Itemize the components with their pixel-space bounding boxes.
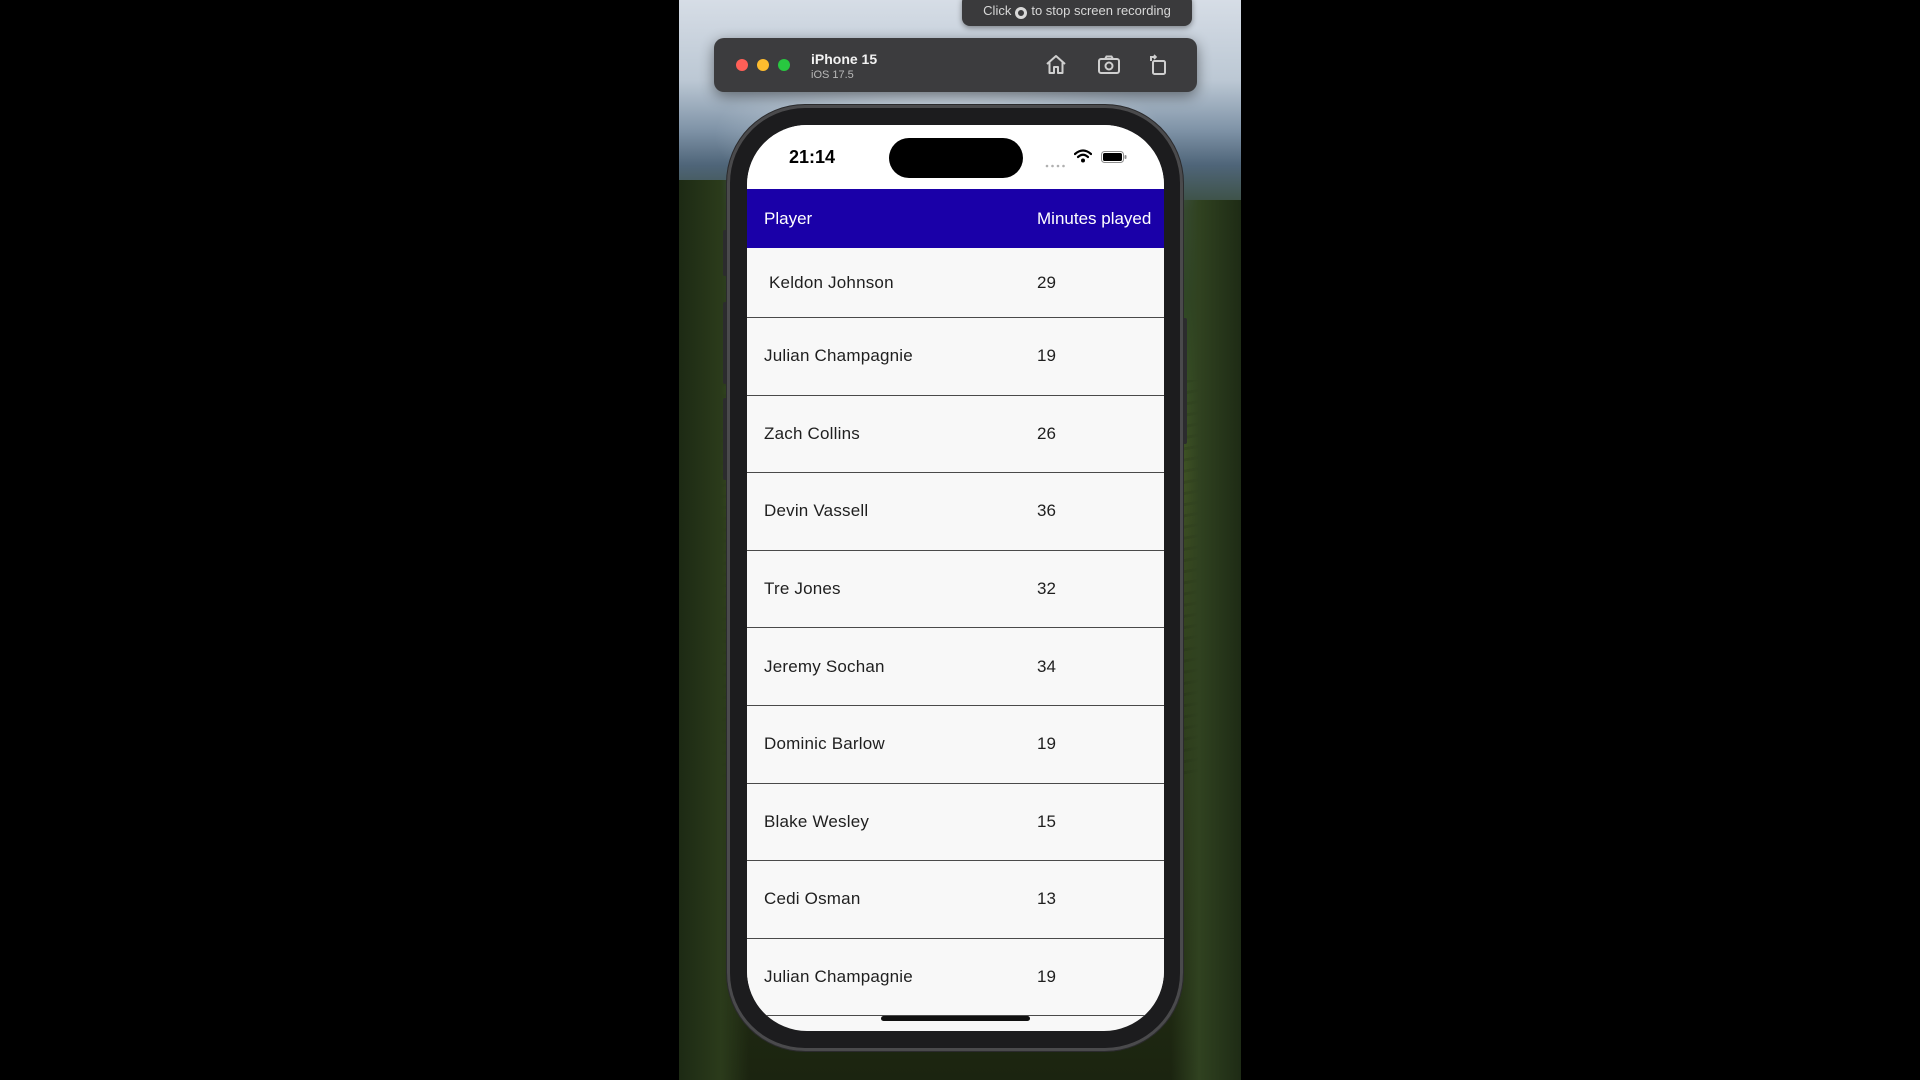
recording-text-before: Click (983, 3, 1012, 18)
minimize-window-button[interactable] (757, 59, 769, 71)
cellular-signal-icon (1045, 156, 1067, 168)
iphone-screen: 21:14 Player Minutes played Keldon Johns… (747, 125, 1164, 1031)
recording-text-after: to stop screen recording (1031, 3, 1171, 18)
player-name-cell: Dominic Barlow (764, 734, 885, 754)
simulator-toolbar: iPhone 15 iOS 17.5 (714, 38, 1197, 92)
column-header-minutes[interactable]: Minutes played (1037, 209, 1151, 229)
player-name-cell: Keldon Johnson (769, 272, 894, 292)
status-time: 21:14 (789, 147, 836, 167)
player-name-cell: Blake Wesley (764, 811, 870, 831)
minutes-cell: 29 (1037, 272, 1056, 292)
minutes-cell: 19 (1037, 734, 1056, 754)
table-row[interactable]: Julian Champagnie 19 (747, 938, 1164, 1017)
desktop: Click to stop screen recording iPhone 15… (0, 0, 1920, 1080)
player-name-cell: Tre Jones (764, 579, 841, 599)
minutes-cell: 19 (1037, 967, 1056, 987)
minutes-cell: 36 (1037, 501, 1056, 521)
table-row[interactable]: Jeremy Sochan 34 (747, 628, 1164, 706)
device-name: iPhone 15 (811, 51, 878, 67)
table-row[interactable]: Devin Vassell 36 (747, 473, 1164, 551)
minutes-cell: 34 (1037, 656, 1056, 676)
column-header-player[interactable]: Player (764, 209, 812, 229)
table-row[interactable]: Julian Champagnie 19 (747, 318, 1164, 396)
player-name-cell: Jeremy Sochan (764, 656, 885, 676)
home-indicator[interactable] (881, 1016, 1030, 1021)
stop-recording-icon[interactable] (1015, 7, 1028, 19)
table-row[interactable]: Dominic Barlow 19 (747, 705, 1164, 784)
player-name-cell: Julian Champagnie (764, 346, 913, 366)
table-row[interactable]: Keldon Johnson 29 (747, 248, 1164, 318)
table-row[interactable]: Cedi Osman 13 (747, 861, 1164, 939)
table-header: Player Minutes played (747, 189, 1164, 248)
minutes-cell: 13 (1037, 889, 1056, 909)
screenshot-icon[interactable] (1095, 51, 1123, 79)
status-bar: 21:14 (747, 125, 1164, 189)
player-name-cell: Cedi Osman (764, 889, 861, 909)
player-name-cell: Devin Vassell (764, 501, 869, 521)
wifi-icon (1073, 149, 1093, 163)
table-row[interactable]: Zach Collins 26 (747, 395, 1164, 474)
rotate-icon[interactable] (1144, 51, 1172, 79)
minutes-cell: 15 (1037, 811, 1056, 831)
table-body: Keldon Johnson 29 Julian Champagnie 19 Z… (747, 248, 1164, 1017)
close-window-button[interactable] (736, 59, 748, 71)
minutes-cell: 26 (1037, 423, 1056, 443)
device-os-version: iOS 17.5 (811, 69, 854, 81)
zoom-window-button[interactable] (778, 59, 790, 71)
table-row[interactable]: Blake Wesley 15 (747, 783, 1164, 862)
player-name-cell: Zach Collins (764, 423, 860, 443)
stop-recording-banner[interactable]: Click to stop screen recording (962, 0, 1192, 26)
dynamic-island (889, 138, 1023, 178)
minutes-cell: 19 (1037, 346, 1056, 366)
battery-icon (1101, 150, 1127, 163)
player-name-cell: Julian Champagnie (764, 967, 913, 987)
home-icon[interactable] (1042, 51, 1070, 79)
minutes-cell: 32 (1037, 579, 1056, 599)
table-row[interactable]: Tre Jones 32 (747, 550, 1164, 629)
